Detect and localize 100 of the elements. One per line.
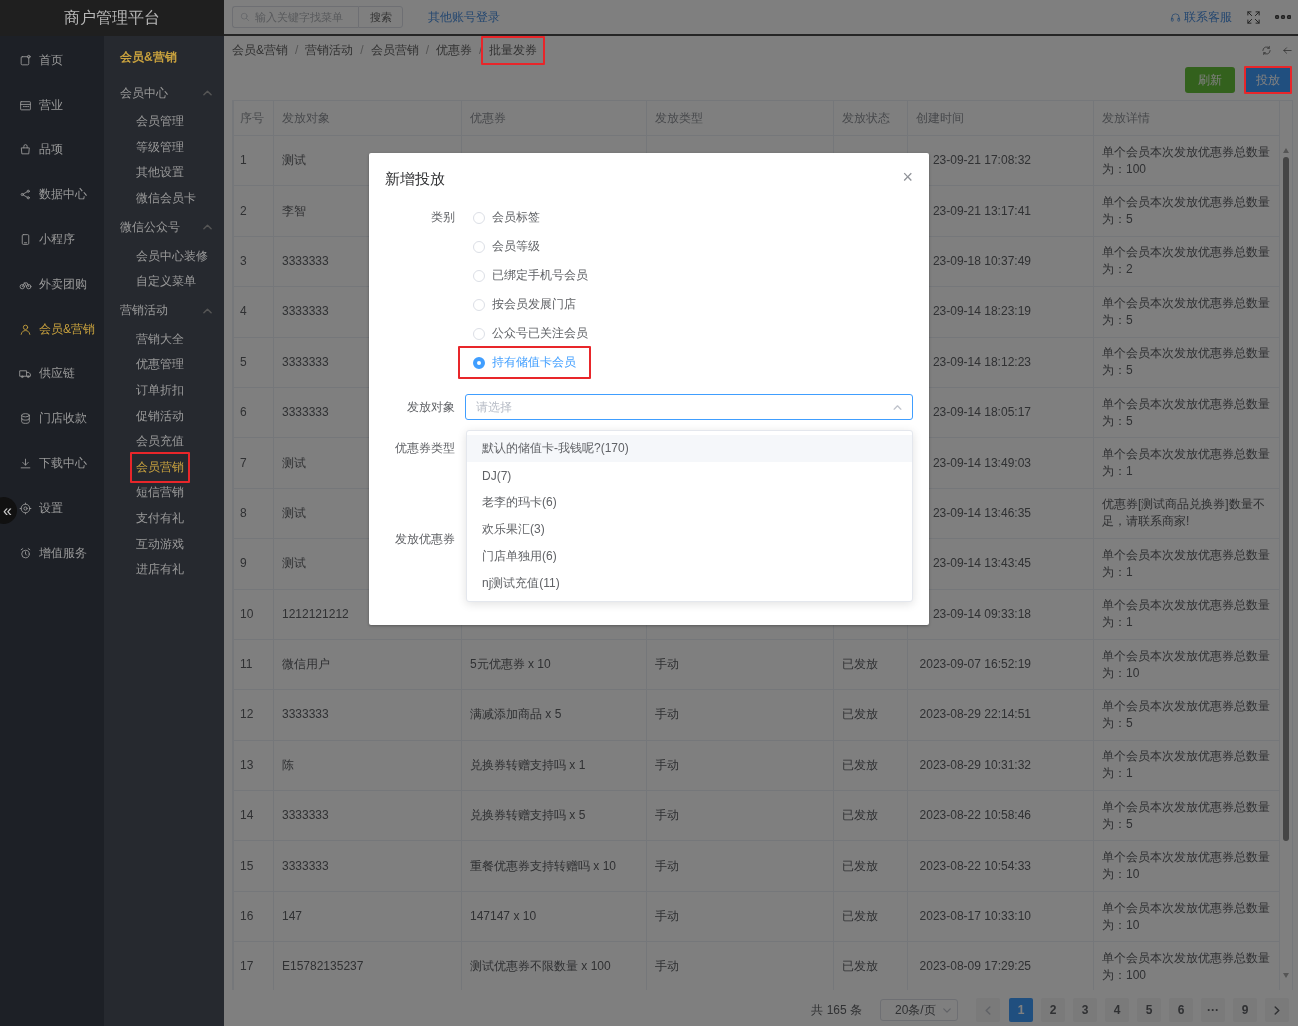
submenu-item[interactable]: 支付有礼 (136, 510, 184, 527)
submenu-item[interactable]: 自定义菜单 (136, 273, 196, 291)
table-cell: 2023-08-29 10:31:32 (919, 757, 1031, 772)
submenu-item[interactable]: 促销活动 (136, 407, 184, 425)
nav-item[interactable]: 门店收款 (19, 410, 87, 428)
submenu-item[interactable]: 优惠管理 (136, 356, 184, 374)
table-cell-text: 单个会员本次发放优惠券总数量为：100 (1102, 143, 1271, 178)
page-button[interactable]: 4 (1105, 998, 1129, 1022)
refresh-icon[interactable] (1261, 44, 1272, 56)
table-cell: 2023-08-22 10:58:46 (919, 808, 1031, 823)
submenu-item[interactable]: 会员充值 (136, 433, 184, 451)
select-field[interactable]: 请选择 (465, 394, 913, 420)
table-cell: 3333333 (282, 253, 329, 268)
alarm-clock-icon (19, 546, 32, 560)
chevron-up-icon[interactable] (203, 307, 212, 314)
table-cell-text: 单个会员本次发放优惠券总数量为：10 (1102, 849, 1271, 884)
table-cell: 5元优惠券 x 10 (470, 657, 551, 672)
submenu-item[interactable]: 微信会员卡 (136, 190, 196, 208)
dropdown-option[interactable]: 欢乐果汇(3) (467, 516, 912, 543)
breadcrumb-item[interactable]: 会员营销 (370, 41, 419, 59)
dialog-title: 新增投放 (385, 169, 445, 189)
menu-group[interactable]: 营销活动 (120, 302, 168, 320)
submenu-item[interactable]: 营销大全 (136, 330, 184, 348)
dropdown-option[interactable]: 老李的玛卡(6) (467, 489, 912, 516)
breadcrumb-separator: / (425, 43, 430, 57)
radio-option[interactable]: 已绑定手机号会员 (473, 267, 588, 284)
radio-option[interactable]: 持有储值卡会员 (473, 354, 576, 371)
submenu-item[interactable]: 等级管理 (136, 138, 184, 156)
chevron-right-icon (1274, 1005, 1280, 1015)
submenu-item[interactable]: 互动游戏 (136, 535, 184, 553)
radio-option[interactable]: 按会员发展门店 (473, 296, 576, 313)
radio-option[interactable]: 会员等级 (473, 238, 540, 255)
breadcrumb-item[interactable]: 批量发券 (489, 41, 538, 59)
page-button[interactable]: 3 (1073, 998, 1097, 1022)
submenu-item[interactable]: 其他设置 (136, 164, 184, 182)
table-cell: 测试 (282, 153, 306, 168)
submenu-item[interactable]: 订单折扣 (136, 382, 184, 400)
table-cell-text: 单个会员本次发放优惠券总数量为：5 (1102, 345, 1271, 380)
nav-item[interactable]: 外卖团购 (19, 275, 87, 293)
phone-icon (19, 233, 32, 247)
table-cell: 3333333 (282, 354, 329, 369)
nav-item[interactable]: 供应链 (19, 365, 75, 383)
submenu-item[interactable]: 会员中心装修 (136, 247, 208, 265)
nav-item[interactable]: 下载中心 (19, 455, 87, 473)
radio-option[interactable]: 公众号已关注会员 (473, 325, 588, 342)
table-cell: 测试优惠券不限数量 x 100 (470, 959, 611, 974)
breadcrumb-item[interactable]: 营销活动 (305, 41, 354, 59)
select-input[interactable]: 请选择 (476, 400, 893, 414)
table-cell: 测试 (282, 556, 306, 571)
table-cell: 手动 (655, 707, 679, 722)
section-title: 会员&营销 (120, 49, 177, 65)
search-button[interactable]: 搜索 (358, 6, 403, 28)
more-icon[interactable] (1275, 15, 1291, 19)
close-button[interactable]: × (902, 166, 913, 188)
nav-item[interactable]: 数据中心 (19, 186, 87, 204)
chevron-up-icon[interactable] (203, 224, 212, 231)
fullscreen-icon[interactable] (1246, 9, 1261, 25)
page-size-select[interactable]: 20条/页 (880, 999, 958, 1021)
submenu-item[interactable]: 会员管理 (136, 113, 184, 131)
page-button[interactable]: 5 (1137, 998, 1161, 1022)
next-page-button[interactable] (1265, 998, 1289, 1022)
search-icon (240, 12, 250, 22)
table-cell: 23-09-18 10:37:49 (932, 253, 1031, 268)
dropdown-option[interactable]: 门店单独用(6) (467, 543, 912, 570)
table-cell: 手动 (655, 858, 679, 873)
page-button[interactable]: 2 (1041, 998, 1065, 1022)
dropdown-option[interactable]: DJ(7) (467, 462, 912, 489)
nav-item[interactable]: 品项 (19, 141, 63, 159)
table-cell: 12 (240, 707, 254, 722)
table-cell-text: 单个会员本次发放优惠券总数量为：5 (1102, 194, 1271, 229)
submenu-item[interactable]: 会员营销 (136, 458, 184, 476)
submenu-item[interactable]: 短信营销 (136, 484, 184, 502)
radio-option[interactable]: 会员标签 (473, 209, 540, 226)
table-cell-text: 单个会员本次发放优惠券总数量为：1 (1102, 546, 1271, 581)
field-label: 类别 (431, 209, 455, 226)
table-cell-text: 单个会员本次发放优惠券总数量为：2 (1102, 244, 1271, 279)
nav-item[interactable]: 小程序 (19, 231, 75, 249)
dropdown-option[interactable]: 默认的储值卡-我钱呢?(170) (467, 435, 912, 462)
nav-item[interactable]: 增值服务 (19, 544, 87, 562)
table-cell: 23-09-14 09:33:18 (932, 606, 1031, 621)
table-cell: 已发放 (842, 657, 878, 672)
breadcrumb-item[interactable]: 会员&营销 (232, 41, 288, 59)
home-icon (19, 53, 32, 67)
menu-group[interactable]: 微信公众号 (120, 218, 180, 236)
bag-icon (19, 143, 32, 157)
dropdown-option[interactable]: nj测试充值(11) (467, 570, 912, 597)
nav-item[interactable]: 营业 (19, 96, 63, 114)
menu-group[interactable]: 会员中心 (120, 84, 168, 102)
back-arrow-icon[interactable] (1282, 44, 1293, 56)
chevron-up-icon[interactable] (203, 90, 212, 96)
table-cell-text: 单个会员本次发放优惠券总数量为：10 (1102, 899, 1271, 934)
breadcrumb-item[interactable]: 优惠券 (436, 41, 473, 59)
chevron-up-icon[interactable] (893, 404, 902, 410)
page-button[interactable]: ··· (1201, 998, 1225, 1022)
submenu-item[interactable]: 进店有礼 (136, 561, 184, 579)
page-button[interactable]: 9 (1233, 998, 1257, 1022)
page-button[interactable]: 6 (1169, 998, 1193, 1022)
nav-item[interactable]: 设置 (19, 499, 63, 517)
nav-item[interactable]: 会员&营销 (19, 320, 95, 338)
nav-item[interactable]: 首页 (19, 51, 63, 69)
